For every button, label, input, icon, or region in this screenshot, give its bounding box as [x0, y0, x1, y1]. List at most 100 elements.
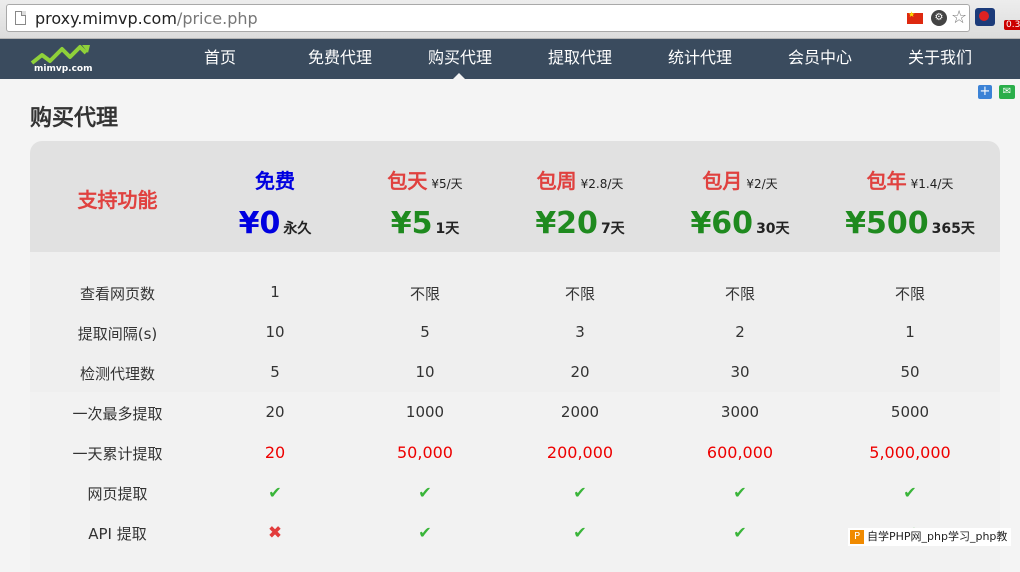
plan-price: ¥60 30天 [655, 206, 825, 241]
table-cell: 10 [415, 363, 435, 381]
feature-header: 支持功能 [77, 188, 158, 212]
plan-name: 包周 ¥2.8/天 [505, 165, 655, 194]
table-cell: ✔ [670, 523, 810, 542]
row-label: 一天累计提取 [72, 445, 163, 463]
site-nav: mimvp.com 首页 免费代理 购买代理 提取代理 统计代理 会员中心 关于我们 [0, 39, 1020, 79]
table-cell: ✔ [840, 483, 980, 502]
plan-name: 包年 ¥1.4/天 [835, 165, 985, 194]
plan-price-value: ¥60 [690, 206, 754, 241]
table-cell: ✖ [205, 523, 345, 543]
plan-name: 免费 [200, 165, 350, 194]
check-icon: ✔ [733, 523, 747, 542]
row-label: 网页提取 [87, 485, 148, 503]
table-cell: 20 [570, 363, 590, 381]
plan-price-value: ¥0 [238, 206, 281, 241]
nav-item-2[interactable]: 免费代理 [280, 39, 400, 79]
table-cell: 不限 [564, 285, 595, 303]
nav-item-6[interactable]: 会员中心 [760, 39, 880, 79]
table-cell: 20 [264, 443, 286, 462]
check-icon: ✔ [573, 523, 587, 542]
table-cell: 20 [265, 403, 285, 421]
row-label: 查看网页数 [79, 285, 155, 303]
plan-duration: 永久 [283, 221, 312, 237]
table-cell: ✔ [355, 523, 495, 542]
nav-item-3[interactable]: 购买代理 [400, 39, 520, 79]
extension-badge: 0.3 [1004, 20, 1020, 30]
table-cell: ✔ [355, 483, 495, 502]
table-cell: 5 [270, 363, 280, 381]
page-icon [15, 11, 26, 25]
table-cell: 3 [575, 323, 585, 341]
plan-price-value: ¥20 [535, 206, 598, 241]
wechat-share-icon[interactable]: ✉ [999, 85, 1015, 99]
bookmark-star-icon[interactable]: ☆ [951, 7, 967, 28]
table-cell: 200,000 [546, 443, 614, 462]
plan-price: ¥5 1天 [340, 206, 510, 241]
table-cell: 30 [730, 363, 750, 381]
plan-duration: 365天 [931, 221, 975, 237]
php-logo-icon: P [850, 530, 864, 544]
extension-icon[interactable]: ⚙ [931, 10, 947, 26]
plan-price-value: ¥5 [390, 206, 433, 241]
nav-item-4[interactable]: 提取代理 [520, 39, 640, 79]
table-cell: 1 [270, 283, 280, 301]
table-cell: 50,000 [397, 443, 453, 462]
plan-title: 包年 [866, 169, 907, 193]
address-bar[interactable]: proxy.mimvp.com/price.php ⚙ ☆ [6, 4, 970, 32]
plan-duration: 7天 [600, 221, 625, 237]
table-cell: ✔ [670, 483, 810, 502]
pricing-table: 支持功能 免费 ¥0 永久 包天 ¥5/天 ¥5 1天 包周 ¥2.8/天 ¥20 7天 包月 ¥2/天… [30, 141, 1000, 572]
plan-title: 免费 [255, 169, 295, 193]
page-title: 购买代理 [30, 106, 119, 131]
table-cell: 不限 [724, 285, 755, 303]
row-label: 一次最多提取 [72, 405, 163, 423]
check-icon: ✔ [268, 483, 282, 502]
check-icon: ✔ [418, 483, 432, 502]
table-cell: 5000 [890, 403, 930, 421]
watermark-text: 自学PHP网_php学习_php教 [867, 530, 1008, 543]
pricing-header: 支持功能 免费 ¥0 永久 包天 ¥5/天 ¥5 1天 包周 ¥2.8/天 ¥20 7天 包月 ¥2/天… [30, 141, 1000, 252]
table-cell: ✔ [205, 483, 345, 502]
browser-toolbar: proxy.mimvp.com/price.php ⚙ ☆ 0.3 [0, 0, 1020, 39]
nav-item-5[interactable]: 统计代理 [640, 39, 760, 79]
nav-item-1[interactable]: 首页 [160, 39, 280, 79]
nav-item-7[interactable]: 关于我们 [880, 39, 1000, 79]
logo-text: mimvp.com [34, 64, 93, 74]
table-cell: 5 [420, 323, 430, 341]
table-cell: 1 [905, 323, 915, 341]
table-cell: 5,000,000 [869, 443, 951, 462]
china-flag-icon[interactable] [907, 10, 923, 24]
table-cell: 10 [265, 323, 285, 341]
row-label: 检测代理数 [79, 365, 155, 383]
check-icon: ✔ [418, 523, 432, 542]
table-cell: 600,000 [706, 443, 774, 462]
table-cell: 1000 [405, 403, 445, 421]
plan-duration: 30天 [756, 221, 790, 237]
plan-name: 包月 ¥2/天 [665, 165, 815, 194]
plan-duration: 1天 [435, 221, 460, 237]
table-cell: ✔ [510, 523, 650, 542]
plan-unit-price: ¥5/天 [431, 177, 463, 191]
table-cell: 不限 [409, 285, 440, 303]
check-icon: ✔ [903, 483, 917, 502]
table-cell: 50 [900, 363, 920, 381]
row-label: API 提取 [88, 525, 147, 543]
plan-title: 包天 [387, 169, 428, 193]
plan-price: ¥500 365天 [825, 206, 995, 241]
table-cell: 2 [735, 323, 745, 341]
plan-title: 包周 [536, 169, 577, 193]
plan-unit-price: ¥1.4/天 [910, 177, 954, 191]
check-icon: ✔ [573, 483, 587, 502]
plan-name: 包天 ¥5/天 [350, 165, 500, 194]
table-cell: 2000 [560, 403, 600, 421]
plan-unit-price: ¥2.8/天 [580, 177, 624, 191]
table-cell: 3000 [720, 403, 760, 421]
cross-icon: ✖ [267, 523, 283, 543]
url-text[interactable]: proxy.mimvp.com/price.php [35, 9, 258, 28]
plan-price: ¥0 永久 [190, 206, 360, 241]
check-icon: ✔ [733, 483, 747, 502]
plan-price-value: ¥500 [845, 206, 929, 241]
share-plus-icon[interactable]: + [978, 85, 992, 99]
plan-price: ¥20 7天 [495, 206, 665, 241]
browser-extension-icon[interactable] [975, 8, 995, 26]
